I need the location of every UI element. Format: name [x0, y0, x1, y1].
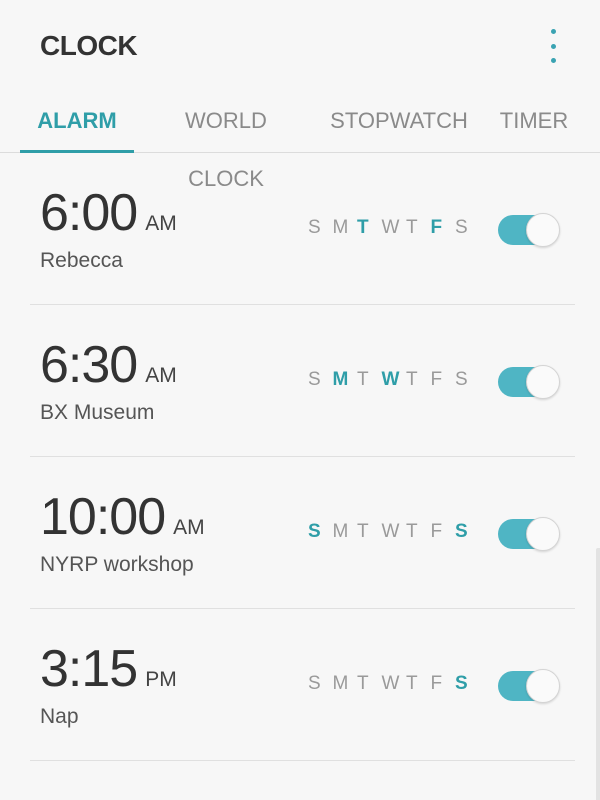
divider	[30, 760, 575, 761]
tab-alarm[interactable]: ALARM	[20, 92, 134, 153]
more-options-button[interactable]	[538, 28, 568, 64]
day-friday: F	[430, 369, 443, 390]
day-thursday: T	[406, 217, 418, 238]
day-friday: F	[430, 521, 443, 542]
day-saturday: S	[455, 521, 468, 542]
day-friday: F	[430, 673, 443, 694]
day-tuesday: T	[357, 673, 369, 694]
day-sunday: S	[308, 673, 321, 694]
repeat-days: S M T W T F S	[308, 673, 480, 695]
day-tuesday: T	[357, 217, 369, 238]
alarm-item[interactable]: 6:30 AM BX Museum S M T W T F S	[0, 305, 600, 457]
day-thursday: T	[406, 369, 418, 390]
toggle-thumb	[526, 365, 560, 399]
day-monday: M	[332, 369, 349, 390]
day-sunday: S	[308, 217, 321, 238]
alarm-toggle[interactable]	[498, 669, 560, 703]
alarm-item[interactable]: 6:00 AM Rebecca S M T W T F S	[0, 153, 600, 305]
alarm-ampm: AM	[173, 516, 205, 539]
alarm-label: NYRP workshop	[40, 553, 194, 576]
repeat-days: S M T W T F S	[308, 369, 480, 391]
more-vertical-icon	[550, 58, 556, 63]
day-thursday: T	[406, 673, 418, 694]
alarm-ampm: AM	[145, 212, 177, 235]
day-thursday: T	[406, 521, 418, 542]
clock-app: CLOCK ALARM WORLD CLOCK STOPWATCH TIMER …	[0, 0, 600, 800]
alarm-list: 6:00 AM Rebecca S M T W T F S 6:30 AM BX…	[0, 153, 600, 761]
day-sunday: S	[308, 521, 321, 542]
alarm-toggle[interactable]	[498, 517, 560, 551]
day-friday: F	[430, 217, 443, 238]
alarm-time-group: 6:30 AM	[40, 335, 177, 395]
day-tuesday: T	[357, 521, 369, 542]
tab-timer[interactable]: TIMER	[494, 92, 574, 152]
day-saturday: S	[455, 673, 468, 694]
alarm-toggle[interactable]	[498, 365, 560, 399]
more-vertical-icon	[550, 43, 556, 49]
alarm-label: BX Museum	[40, 401, 155, 424]
day-wednesday: W	[381, 217, 400, 238]
alarm-time-group: 6:00 AM	[40, 183, 177, 243]
scrollbar[interactable]	[596, 548, 600, 800]
more-vertical-icon	[550, 29, 556, 34]
alarm-item[interactable]: 10:00 AM NYRP workshop S M T W T F S	[0, 457, 600, 609]
day-sunday: S	[308, 369, 321, 390]
alarm-time: 10:00	[40, 488, 166, 546]
alarm-toggle[interactable]	[498, 213, 560, 247]
alarm-label: Nap	[40, 705, 79, 728]
day-wednesday: W	[381, 369, 400, 390]
alarm-ampm: AM	[145, 364, 177, 387]
day-tuesday: T	[357, 369, 369, 390]
alarm-time: 6:30	[40, 336, 138, 394]
toggle-thumb	[526, 213, 560, 247]
alarm-ampm: PM	[145, 668, 177, 691]
day-monday: M	[332, 217, 349, 238]
day-wednesday: W	[381, 673, 400, 694]
day-saturday: S	[455, 369, 468, 390]
alarm-time: 6:00	[40, 184, 138, 242]
repeat-days: S M T W T F S	[308, 521, 480, 543]
toggle-thumb	[526, 517, 560, 551]
alarm-time-group: 3:15 PM	[40, 639, 177, 699]
alarm-time: 3:15	[40, 640, 138, 698]
app-header: CLOCK	[0, 0, 600, 92]
tab-stopwatch[interactable]: STOPWATCH	[330, 92, 468, 152]
alarm-label: Rebecca	[40, 249, 123, 272]
alarm-item[interactable]: 3:15 PM Nap S M T W T F S	[0, 609, 600, 761]
day-monday: M	[332, 673, 349, 694]
alarm-time-group: 10:00 AM	[40, 487, 205, 547]
day-saturday: S	[455, 217, 468, 238]
tab-bar: ALARM WORLD CLOCK STOPWATCH TIMER	[0, 92, 600, 191]
app-title: CLOCK	[40, 30, 138, 61]
day-monday: M	[332, 521, 349, 542]
toggle-thumb	[526, 669, 560, 703]
day-wednesday: W	[381, 521, 400, 542]
repeat-days: S M T W T F S	[308, 217, 480, 239]
tab-world-clock[interactable]: WORLD CLOCK	[146, 92, 306, 191]
